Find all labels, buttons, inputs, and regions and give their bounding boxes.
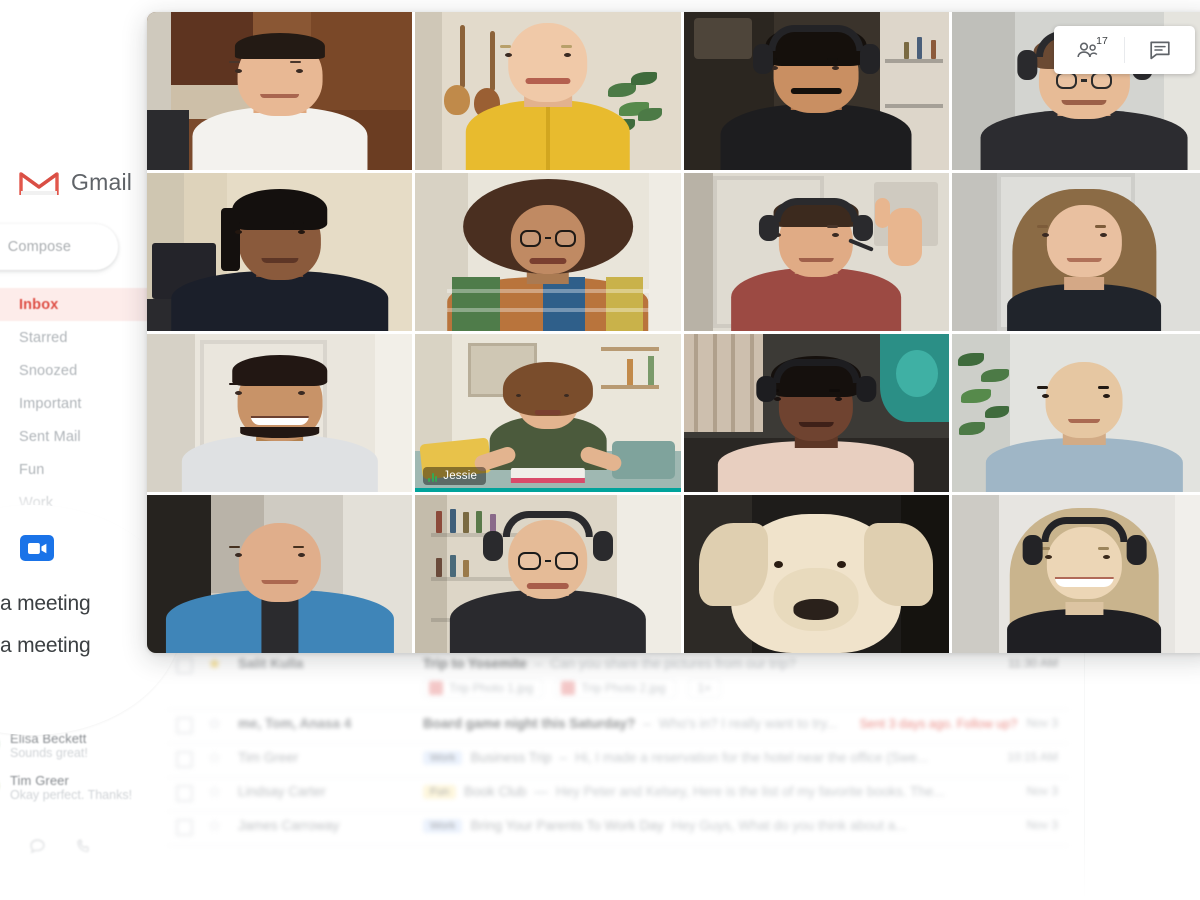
table-row[interactable]: Salit Kulla Trip to Yosemite – Can you s…	[168, 650, 1068, 710]
participant-tile[interactable]	[147, 173, 413, 331]
image-file-icon	[429, 681, 443, 695]
participant-tile[interactable]	[683, 173, 949, 331]
participant-name-chip: Jessie	[423, 467, 487, 485]
attachment-chip[interactable]: Trip Photo 1.jpg	[423, 678, 544, 698]
google-meet-window: Jessie 17	[147, 12, 1200, 653]
chat-contact-snippet: Sounds great!	[10, 746, 88, 760]
sidebar-item-label: Fun	[19, 461, 45, 478]
attachment-chip[interactable]: Trip Photo 2.jpg	[555, 678, 676, 698]
participant-tile[interactable]	[951, 495, 1200, 653]
star-icon[interactable]	[207, 716, 224, 736]
participant-tile[interactable]	[147, 495, 413, 653]
participant-tile[interactable]	[951, 173, 1200, 331]
table-row[interactable]: James Carroway Work Bring Your Parents T…	[168, 812, 1068, 846]
attachment-name: Trip Photo 2.jpg	[581, 681, 666, 695]
participant-name: Jessie	[443, 470, 478, 482]
email-sender: Lindsay Carter	[238, 784, 326, 799]
image-file-icon	[561, 681, 576, 695]
email-dash: –	[643, 716, 651, 731]
table-row[interactable]: Lindsay Carter Fun Book Club — Hey Peter…	[168, 778, 1068, 812]
participant-tile[interactable]	[683, 495, 949, 653]
email-subject: Bring Your Parents To Work Day	[470, 818, 664, 833]
participant-tile[interactable]	[951, 334, 1200, 492]
email-sender: Salit Kulla	[238, 656, 304, 671]
chat-contact-snippet: Okay perfect. Thanks!	[10, 788, 133, 802]
email-snippet: Who's in? I really want to try...	[658, 716, 838, 731]
sidebar-item-label: Snoozed	[19, 362, 78, 379]
email-subject: Book Club	[463, 784, 527, 799]
participant-tile[interactable]	[415, 12, 681, 170]
participant-tile[interactable]	[147, 334, 413, 492]
email-snippet: Can you share the pictures from our trip…	[550, 656, 796, 671]
sidebar-item-label: Inbox	[19, 296, 59, 313]
participant-tile[interactable]	[683, 334, 949, 492]
people-panel-button[interactable]: 17	[1054, 26, 1124, 74]
sidebar-item-label: Important	[19, 395, 82, 412]
email-snippet: Hi, I made a reservation for the hotel n…	[575, 750, 929, 765]
email-sender: me, Tom, Anasa 4	[238, 716, 352, 731]
email-timestamp: Nov 3	[1026, 784, 1058, 798]
email-timestamp: 11:30 AM	[1008, 656, 1058, 670]
star-icon[interactable]	[207, 656, 224, 676]
video-grid: Jessie	[147, 12, 1200, 653]
participant-count-badge: 17	[1096, 35, 1108, 47]
compose-button[interactable]: + Compose	[0, 224, 118, 270]
attachment-name: Trip Photo 1.jpg	[449, 681, 534, 695]
chat-contact-row[interactable]: Tim Greer Okay perfect. Thanks!	[0, 767, 172, 809]
email-dash: —	[534, 784, 548, 799]
participant-tile[interactable]	[147, 12, 413, 170]
meet-video-camera-icon[interactable]	[20, 535, 54, 561]
email-timestamp: Nov 3	[1026, 818, 1058, 832]
participant-tile[interactable]	[415, 173, 681, 331]
meet-top-controls: 17	[1054, 26, 1195, 74]
email-snippet: Hey Guys, What do you think about a...	[671, 818, 907, 833]
sidebar-item-label: Sent Mail	[19, 428, 81, 445]
star-icon[interactable]	[207, 818, 224, 838]
email-snippet: Hey Peter and Kelsey, Here is the list o…	[555, 784, 945, 799]
chat-bubble-icon[interactable]	[29, 838, 46, 855]
star-icon[interactable]	[207, 784, 224, 804]
row-checkbox[interactable]	[176, 819, 193, 836]
row-checkbox[interactable]	[176, 785, 193, 802]
table-row[interactable]: Tim Greer Work Business Trip – Hi, I mad…	[168, 744, 1068, 778]
gmail-chat-toolbar	[0, 838, 93, 855]
email-subject: Business Trip	[470, 750, 552, 765]
app-screenshot: Gmail + Compose Inbox Starred	[0, 0, 1200, 900]
email-timestamp: Nov 3	[1026, 716, 1058, 730]
mic-level-icon	[428, 471, 438, 482]
participant-tile[interactable]	[415, 495, 681, 653]
row-checkbox[interactable]	[176, 717, 193, 734]
email-list: Salit Kulla Trip to Yosemite – Can you s…	[168, 650, 1068, 846]
attachment-overflow-count[interactable]: 1+	[687, 678, 722, 698]
gmail-m-logo-icon	[19, 172, 59, 195]
star-icon[interactable]	[207, 750, 224, 770]
table-row[interactable]: me, Tom, Anasa 4 Board game night this S…	[168, 710, 1068, 744]
compose-label: Compose	[7, 239, 72, 255]
chat-bubble-icon	[1150, 41, 1170, 60]
email-label-chip[interactable]: Work	[423, 750, 463, 765]
divider	[1084, 645, 1085, 900]
email-sender: James Carroway	[238, 818, 340, 833]
email-timestamp: 10:15 AM	[1007, 750, 1058, 764]
chat-contact-name: Tim Greer	[10, 773, 69, 788]
email-label-chip[interactable]: Fun	[423, 784, 456, 799]
email-sender: Tim Greer	[238, 750, 299, 765]
email-subject: Board game night this Saturday?	[423, 716, 636, 731]
gmail-brand-text: Gmail	[71, 168, 133, 195]
participant-tile-active-speaker[interactable]: Jessie	[415, 334, 681, 492]
phone-icon[interactable]	[76, 838, 93, 855]
row-checkbox[interactable]	[176, 751, 193, 768]
email-label-chip[interactable]: Work	[423, 818, 463, 833]
active-speaker-indicator	[415, 488, 681, 492]
gmail-logo: Gmail	[18, 166, 132, 198]
sidebar-item-label: Starred	[19, 329, 68, 346]
email-dash: –	[559, 750, 568, 765]
email-subject: Trip to Yosemite	[423, 656, 527, 671]
email-dash: –	[534, 656, 543, 671]
attachment-chips: Trip Photo 1.jpg Trip Photo 2.jpg 1+	[423, 678, 992, 698]
participant-tile[interactable]	[683, 12, 949, 170]
chat-panel-button[interactable]	[1125, 26, 1195, 74]
